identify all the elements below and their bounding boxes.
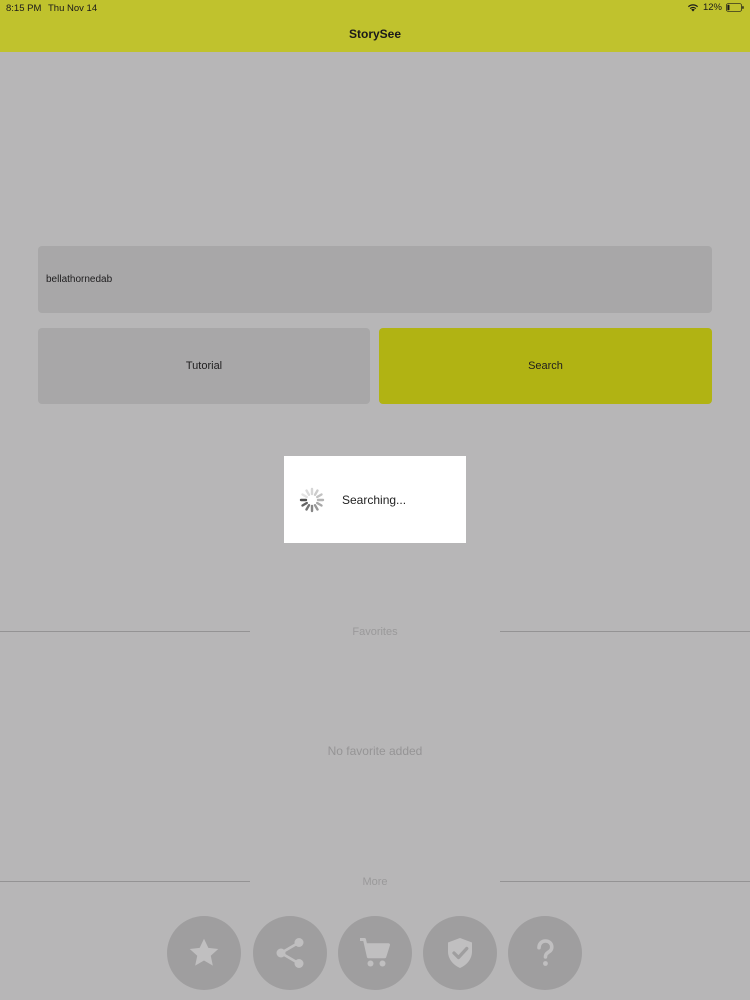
loading-hud: Searching... bbox=[284, 456, 466, 543]
spinner-icon bbox=[299, 487, 325, 512]
hud-text: Searching... bbox=[342, 492, 407, 507]
dim-overlay-top bbox=[0, 0, 750, 52]
